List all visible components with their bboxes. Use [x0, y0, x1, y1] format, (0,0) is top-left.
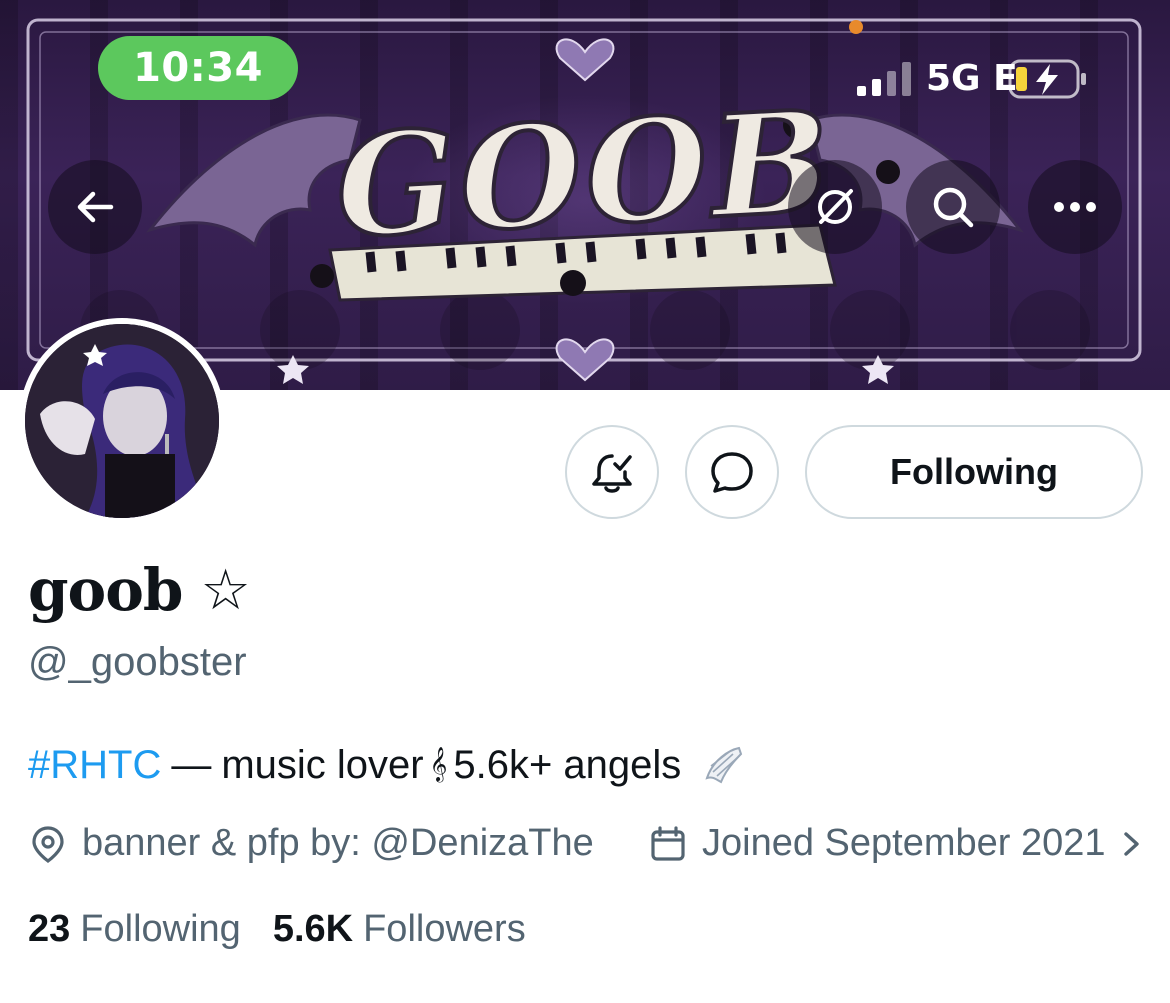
- message-bubble-icon: [711, 452, 753, 493]
- following-button[interactable]: Following: [805, 425, 1143, 519]
- name-star-symbol: ☆: [200, 558, 251, 621]
- followers-count-link[interactable]: 5.6K Followers: [273, 908, 526, 951]
- search-button[interactable]: [906, 160, 1000, 254]
- followers-label: Followers: [363, 908, 526, 950]
- followers-count: 5.6K: [272, 908, 354, 950]
- bio-dash: —: [171, 742, 212, 787]
- bell-check-icon: [592, 454, 632, 493]
- search-icon: [933, 187, 974, 228]
- joined-date-item[interactable]: Joined September 2021: [648, 822, 1146, 865]
- following-label: Following: [80, 908, 241, 950]
- network-type: 5G E: [926, 58, 1018, 99]
- more-options-button[interactable]: [1028, 160, 1122, 254]
- status-time[interactable]: 10:34: [98, 36, 298, 100]
- location-pin-icon: [32, 825, 64, 863]
- grok-button[interactable]: [788, 160, 882, 254]
- display-name-row: goob ☆: [28, 556, 251, 624]
- bio-text-1: music lover: [221, 742, 424, 787]
- bio-hashtag-link[interactable]: #RHTC: [28, 743, 161, 788]
- following-count-link[interactable]: 23 Following: [28, 908, 241, 951]
- back-arrow-icon: [77, 191, 114, 223]
- signal-strength-icon: [857, 62, 911, 96]
- location-item: banner & pfp by: @DenizaThe: [28, 822, 594, 865]
- display-name: goob: [28, 556, 183, 624]
- joined-date-text: Joined September 2021: [702, 822, 1106, 864]
- profile-avatar[interactable]: [19, 318, 225, 524]
- more-icon: [1054, 202, 1096, 212]
- following-count: 23: [28, 908, 71, 950]
- message-button[interactable]: [685, 425, 779, 519]
- wing-emoji-icon: [705, 746, 743, 784]
- profile-meta-row: banner & pfp by: @DenizaThe Joined Septe…: [28, 822, 1170, 870]
- treble-clef-symbol: 𝄞: [429, 748, 448, 781]
- battery-charging-icon: [1008, 59, 1086, 99]
- privacy-indicator-dot: [849, 20, 863, 34]
- banner-wordmark: GOOB: [330, 78, 840, 272]
- profile-banner[interactable]: GOOB 10:34 5G E: [0, 0, 1170, 390]
- profile-bio: #RHTC — music lover 𝄞 5.6k+ angels: [28, 742, 745, 788]
- calendar-icon: [651, 825, 685, 861]
- grok-icon: [818, 189, 853, 224]
- avatar-image: [25, 324, 219, 518]
- user-handle: @_goobster: [28, 640, 247, 684]
- notifications-toggle-button[interactable]: [565, 425, 659, 519]
- follow-stats: 23 Following 5.6K Followers: [28, 908, 526, 951]
- location-text: banner & pfp by: @DenizaThe: [82, 822, 594, 864]
- bio-text-2: 5.6k+ angels: [453, 742, 682, 787]
- chevron-right-icon: [1123, 831, 1139, 856]
- back-button[interactable]: [48, 160, 142, 254]
